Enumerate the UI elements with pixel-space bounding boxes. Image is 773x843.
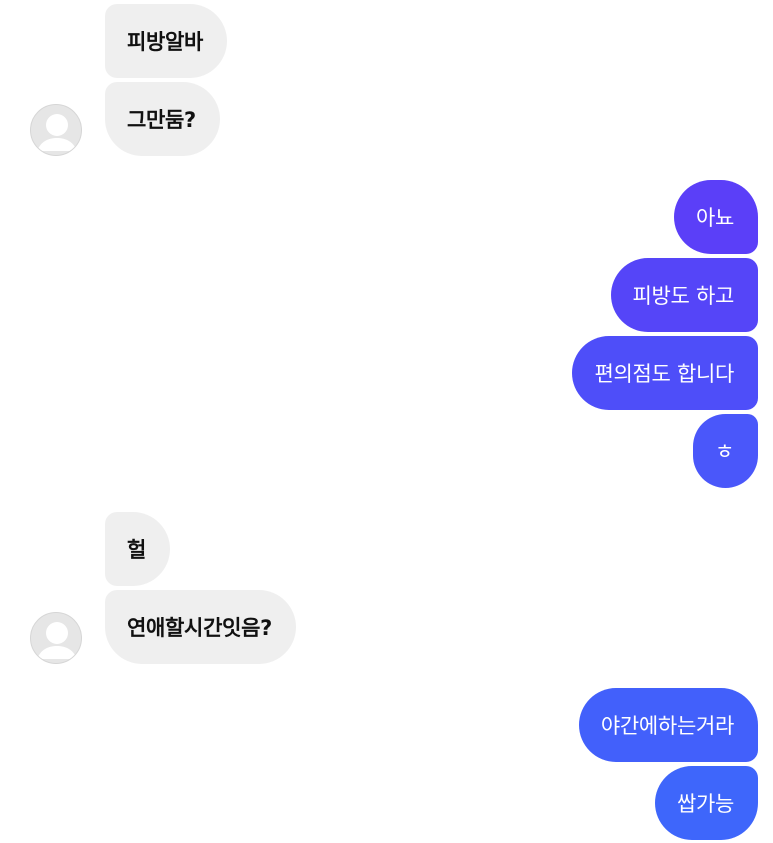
default-profile-icon	[37, 622, 77, 659]
outgoing-message[interactable]: 야간에하는거라	[578, 688, 758, 762]
outgoing-message[interactable]: 쌉가능	[654, 766, 758, 840]
message-text: 편의점도 합니다	[594, 362, 734, 386]
message-text: 야간에하는거라	[600, 714, 734, 738]
avatar[interactable]	[30, 612, 82, 664]
message-text: 피방도 하고	[632, 284, 735, 308]
avatar[interactable]	[30, 104, 82, 156]
incoming-message[interactable]: 연애할시간잇음?	[105, 590, 297, 664]
outgoing-message[interactable]: 아뇨	[673, 180, 758, 254]
outgoing-message[interactable]: 편의점도 합니다	[572, 336, 758, 410]
message-text: 쌉가능	[676, 792, 734, 816]
incoming-message[interactable]: 헐	[105, 512, 171, 586]
incoming-message[interactable]: 그만둠?	[105, 82, 220, 156]
message-text: ㅎ	[714, 440, 734, 464]
incoming-message[interactable]: 피방알바	[105, 4, 228, 78]
message-text: 연애할시간잇음?	[127, 616, 273, 640]
message-text: 피방알바	[127, 30, 204, 54]
message-text: 헐	[127, 538, 147, 562]
chat-thread: 피방알바 그만둠? 아뇨 피방도 하고 편의점도 합니다 ㅎ 헐 연애할시간잇음…	[0, 0, 773, 843]
message-text: 아뇨	[695, 206, 734, 230]
outgoing-message[interactable]: ㅎ	[692, 414, 758, 488]
message-text: 그만둠?	[127, 108, 196, 132]
default-profile-icon	[37, 114, 77, 151]
outgoing-message[interactable]: 피방도 하고	[610, 258, 758, 332]
